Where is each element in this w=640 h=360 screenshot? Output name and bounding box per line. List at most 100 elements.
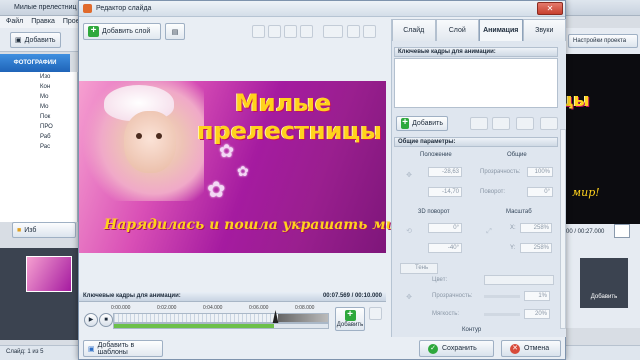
paste-keyframe-icon[interactable]	[492, 117, 510, 130]
shadow-checkbox[interactable]: Тень	[400, 263, 438, 274]
keyframes-section: Ключевые кадры для анимации:	[394, 47, 558, 57]
photos-tab[interactable]: ФОТОГРАФИИ	[0, 54, 70, 72]
front-icon[interactable]	[347, 25, 360, 38]
keyframe-track[interactable]	[113, 310, 329, 326]
play-button[interactable]: ▶	[84, 313, 98, 327]
flower-decoration: ✿	[207, 177, 226, 202]
fullscreen-icon[interactable]	[614, 224, 630, 238]
cancel-icon: ✕	[510, 343, 520, 354]
cancel-button[interactable]: ✕ Отмена	[501, 340, 561, 357]
opacity-label: Прозрачность:	[432, 293, 473, 299]
tab-slide[interactable]: Слайд	[392, 19, 436, 41]
check-icon: ✓	[428, 343, 438, 354]
tab-sounds[interactable]: Звуки	[522, 19, 566, 41]
tick-label: 0:08.000	[295, 305, 315, 311]
close-icon[interactable]: ✕	[537, 2, 563, 15]
scale-x-field[interactable]: 258%	[520, 223, 552, 233]
template-icon: ▣	[88, 345, 95, 353]
tick-label: 0:04.000	[203, 305, 223, 311]
slide-canvas[interactable]: Милые прелестницы ✿ ✿ ✿ Нарядилась и пош…	[79, 81, 412, 253]
remove-keyframe-icon[interactable]	[369, 307, 382, 320]
baby-photo[interactable]	[79, 81, 204, 201]
menu-file[interactable]: Файл	[6, 18, 23, 26]
timeline-progress	[114, 324, 274, 328]
move-arrows-icon[interactable]: ✥	[398, 165, 420, 187]
keyframes-list[interactable]	[394, 58, 558, 108]
slide-title-line1[interactable]: Милые	[235, 89, 331, 117]
paste-icon[interactable]	[284, 25, 297, 38]
position-y-field[interactable]: -14,70	[428, 187, 462, 197]
photo-eye	[136, 133, 142, 139]
properties-panel: Слайд Слой Анимация Звуки Ключевые кадры…	[391, 19, 566, 337]
preview-area: цы мир!	[560, 54, 640, 224]
folder-icon: ■	[17, 226, 22, 234]
scale-icon[interactable]: ⤢	[478, 221, 500, 243]
slide-thumbnail[interactable]	[26, 256, 72, 292]
slide-editor-dialog: Редактор слайда ✕ + Добавить слой ▤ Милы…	[78, 0, 566, 360]
templates-button[interactable]: ■ Изб	[12, 222, 76, 238]
slide-subtitle[interactable]: Нарядилась и пошла украшать мир!	[104, 217, 412, 233]
add-layer-button[interactable]: + Добавить слой	[83, 23, 161, 40]
transparency-field[interactable]: 100%	[527, 167, 553, 177]
add-to-templates-label: Добавить в шаблоны	[97, 341, 135, 356]
tree-item[interactable]: Мо	[0, 102, 77, 112]
stop-button[interactable]: ■	[99, 313, 113, 327]
position-x-field[interactable]: -28,63	[428, 167, 462, 177]
cancel-label: Отмена	[524, 345, 550, 352]
add-label: Добавить	[412, 120, 443, 127]
softness-field[interactable]: 20%	[524, 309, 550, 319]
time-readout: 00 / 00:27.000	[566, 229, 605, 235]
rotate3d-y-field[interactable]: -40°	[428, 243, 462, 253]
rotate3d-x-field[interactable]: 0°	[428, 223, 462, 233]
main-add-button[interactable]: ▣ Добавить	[10, 32, 61, 48]
save-label: Сохранить	[442, 345, 477, 352]
tab-animation[interactable]: Анимация	[479, 19, 523, 41]
shadow-color-swatch[interactable]	[484, 275, 554, 285]
templates-label: Изб	[24, 226, 37, 234]
scale-y-field[interactable]: 258%	[520, 243, 552, 253]
copy-keyframe-icon[interactable]	[470, 117, 488, 130]
app-icon	[83, 4, 92, 13]
tree-item[interactable]: Раб	[0, 132, 77, 142]
timeline-scroll[interactable]	[113, 323, 329, 329]
save-button[interactable]: ✓ Сохранить	[419, 340, 494, 357]
timeline-header: Ключевые кадры для анимации: 00:07.569 /…	[79, 292, 386, 302]
add-keyframe-button[interactable]: + Добавить	[335, 307, 365, 331]
softness-slider[interactable]	[484, 313, 520, 316]
delete-icon[interactable]	[300, 25, 313, 38]
main-add-label: Добавить	[24, 36, 56, 44]
tree-item[interactable]: ПРО	[0, 122, 77, 132]
opacity-field[interactable]: 1%	[524, 291, 550, 301]
panel-tabs: Слайд Слой Анимация Звуки	[392, 19, 566, 41]
add-to-templates-button[interactable]: ▣ Добавить в шаблоны	[83, 340, 163, 357]
menu-edit[interactable]: Правка	[31, 18, 55, 26]
layer-list-button[interactable]: ▤	[165, 23, 185, 40]
rotate3d-icon[interactable]: ⟲	[398, 221, 420, 243]
shadow-arrows-icon[interactable]: ✥	[398, 287, 420, 309]
tree-item[interactable]: Рас	[0, 142, 77, 152]
rotation-field[interactable]: 0°	[527, 187, 553, 197]
add-icon: ▣	[15, 37, 22, 44]
edit-keyframe-icon[interactable]	[516, 117, 534, 130]
tree-item[interactable]: Пок	[0, 112, 77, 122]
copy-icon[interactable]	[268, 25, 281, 38]
cut-icon[interactable]	[252, 25, 265, 38]
project-settings-button[interactable]: Настройки проекта	[568, 34, 638, 48]
tree-item[interactable]: Мо	[0, 92, 77, 102]
photo-eye	[156, 133, 162, 139]
tree-item[interactable]: Изо	[0, 72, 77, 82]
add-keyframe-panel-button[interactable]: + Добавить	[396, 116, 448, 131]
tree-item[interactable]: Кон	[0, 82, 77, 92]
tick-label: 0:00.000	[111, 305, 131, 311]
panel-scrollbar[interactable]	[560, 129, 566, 329]
tab-layer[interactable]: Слой	[435, 19, 479, 41]
align-icon[interactable]	[323, 25, 343, 38]
scale-label: Масштаб	[506, 209, 532, 215]
plus-icon: +	[344, 310, 356, 321]
right-add-button[interactable]: Добавить	[580, 258, 628, 308]
delete-keyframe-icon[interactable]	[540, 117, 558, 130]
add-layer-label: Добавить слой	[102, 28, 151, 35]
contour-label: Контур	[462, 327, 482, 333]
opacity-slider[interactable]	[484, 295, 520, 298]
back-icon[interactable]	[363, 25, 376, 38]
